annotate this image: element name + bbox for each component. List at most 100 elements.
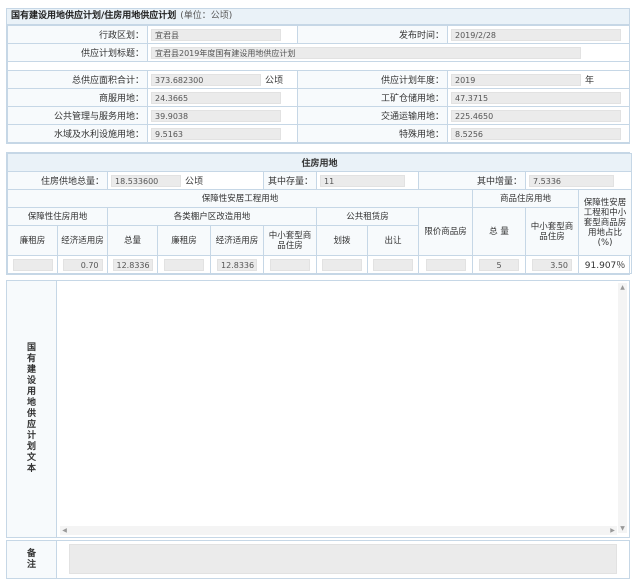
low-rent-field[interactable] (12, 258, 53, 271)
transport-label: 交通运输用地： (297, 106, 448, 125)
ch-total-field[interactable]: 5 (479, 258, 519, 271)
scroll-right-arrow-icon[interactable]: ▶ (608, 526, 617, 535)
publish-time-field[interactable]: 2019/2/28 (451, 28, 621, 41)
water-label: 水域及水利设施用地： (7, 124, 148, 143)
region-field[interactable]: 宜君县 (151, 28, 281, 41)
stock-field[interactable]: 11 (320, 174, 405, 187)
commercial-field[interactable]: 24.3665 (151, 91, 281, 104)
public-field[interactable]: 39.9038 (151, 109, 281, 122)
stock-label: 其中存量： (263, 171, 317, 190)
scroll-up-arrow-icon[interactable]: ▲ (618, 283, 627, 292)
allocation-header: 划拨 (316, 225, 368, 256)
remark-panel: 备注 (6, 540, 630, 579)
commercial-cell: 24.3665 (147, 88, 298, 107)
economic-field[interactable]: 0.70 (62, 258, 103, 271)
scroll-left-arrow-icon[interactable]: ◀ (60, 526, 69, 535)
plan-title-cell: 宜君县2019年度国有建设用地供应计划 (147, 43, 630, 62)
public-rental-header: 公共租赁房 (316, 207, 419, 226)
shanty-total-cell: 12.8336 (107, 255, 158, 274)
ch-small-medium-cell: 3.50 (525, 255, 579, 274)
stock-cell: 11 (316, 171, 419, 190)
housing-total-cell: 18.533600 公顷 (107, 171, 264, 190)
total-area-unit: 公顷 (265, 75, 284, 86)
horizontal-scrollbar[interactable]: ◀ ▶ (60, 526, 617, 535)
limited-price-header: 限价商品房 (418, 207, 473, 256)
public-cell: 39.9038 (147, 106, 298, 125)
ch-total-cell: 5 (472, 255, 526, 274)
remark-label: 备注 (26, 548, 36, 570)
remark-label-cell: 备注 (7, 541, 57, 578)
shanty-low-rent-field[interactable] (164, 258, 204, 271)
vertical-scrollbar[interactable]: ▲ ▼ (618, 283, 627, 533)
shanty-reform-header: 各类棚户区改造用地 (107, 207, 317, 226)
economic-cell: 0.70 (57, 255, 108, 274)
ch-small-medium-header: 中小套型商品住房 (525, 207, 579, 256)
commercial-label: 商服用地： (7, 88, 148, 107)
total-area-field[interactable]: 373.682300 (151, 74, 261, 87)
shanty-low-rent-cell (157, 255, 211, 274)
limited-price-field[interactable] (425, 258, 466, 271)
special-field[interactable]: 8.5256 (451, 127, 621, 140)
water-cell: 9.5163 (147, 124, 298, 143)
special-cell: 8.5256 (447, 124, 630, 143)
spacer-row (7, 61, 630, 71)
supply-plan-panel: 国有建设用地供应计划/住房用地供应计划 (单位：公顷) 行政区划： 宜君县 发布时… (6, 8, 630, 144)
transport-field[interactable]: 225.4650 (451, 109, 621, 122)
plan-year-cell: 2019 年 (447, 70, 630, 89)
limited-price-cell (418, 255, 473, 274)
housing-total-label: 住房供地总量： (7, 171, 108, 190)
ratio-header: 保障性安居工程和中小套型商品房用地占比(%) (577, 189, 633, 256)
ratio-cell: 91.907％ (577, 255, 633, 274)
housing-total-unit: 公顷 (185, 176, 204, 187)
total-area-label: 总供应面积合计： (7, 70, 148, 89)
industrial-cell: 47.3715 (447, 88, 630, 107)
economic-header: 经济适用房 (57, 225, 108, 256)
shanty-total-header: 总量 (107, 225, 158, 256)
housing-section-title: 住房用地 (6, 153, 633, 172)
transfer-header: 出让 (367, 225, 419, 256)
plan-info-table: 行政区划： 宜君县 发布时间： 2019/2/28 供应计划标题： 宜君县201… (7, 25, 630, 143)
panel-title: 国有建设用地供应计划/住房用地供应计划 (单位：公顷) (7, 9, 629, 25)
total-area-cell: 373.682300 公顷 (147, 70, 298, 89)
affordable-project-header: 保障性安居工程用地 (7, 189, 473, 208)
shanty-total-field[interactable]: 12.8336 (112, 258, 153, 271)
remark-field[interactable] (69, 544, 617, 574)
shanty-economic-field[interactable]: 12.8336 (217, 258, 257, 271)
plan-title-field[interactable]: 宜君县2019年度国有建设用地供应计划 (151, 46, 581, 59)
ch-total-header: 总 量 (472, 207, 526, 256)
shanty-economic-header: 经济适用房 (210, 225, 264, 256)
plan-text-label: 国有建设用地供应计划文本 (26, 343, 36, 474)
plan-title-label: 供应计划标题： (7, 43, 148, 62)
industrial-field[interactable]: 47.3715 (451, 91, 621, 104)
transfer-field[interactable] (373, 258, 413, 271)
shanty-small-medium-field[interactable] (270, 258, 310, 271)
housing-land-panel: 住房用地 住房供地总量： 18.533600 公顷 其中存量： 11 其中增量： … (6, 152, 633, 275)
scroll-down-arrow-icon[interactable]: ▼ (618, 524, 627, 533)
increment-label: 其中增量： (418, 171, 526, 190)
region-cell: 宜君县 (147, 25, 298, 44)
allocation-field[interactable] (322, 258, 362, 271)
housing-total-field[interactable]: 18.533600 (111, 175, 181, 188)
water-field[interactable]: 9.5163 (151, 127, 281, 140)
shanty-small-medium-cell (263, 255, 317, 274)
ch-small-medium-field[interactable]: 3.50 (532, 258, 572, 271)
increment-field[interactable]: 7.5336 (529, 174, 614, 187)
publish-time-label: 发布时间： (297, 25, 448, 44)
plan-year-field[interactable]: 2019 (451, 74, 581, 87)
region-label: 行政区划： (7, 25, 148, 44)
panel-title-text: 国有建设用地供应计划/住房用地供应计划 (11, 11, 177, 21)
housing-table: 住房用地 住房供地总量： 18.533600 公顷 其中存量： 11 其中增量： … (6, 153, 633, 274)
special-label: 特殊用地： (297, 124, 448, 143)
increment-cell: 7.5336 (524, 171, 633, 190)
low-rent-header: 廉租房 (7, 225, 58, 256)
plan-text-content[interactable]: ▲ ▼ ◀ ▶ (58, 281, 629, 537)
shanty-small-medium-header: 中小套型商品住房 (263, 225, 317, 256)
shanty-low-rent-header: 廉租房 (157, 225, 211, 256)
plan-year-label: 供应计划年度： (297, 70, 448, 89)
plan-text-panel: 国有建设用地供应计划文本 ▲ ▼ ◀ ▶ (6, 280, 630, 538)
publish-time-cell: 2019/2/28 (447, 25, 630, 44)
shanty-economic-cell: 12.8336 (210, 255, 264, 274)
industrial-label: 工矿仓储用地： (297, 88, 448, 107)
allocation-cell (316, 255, 368, 274)
low-rent-cell (7, 255, 58, 274)
